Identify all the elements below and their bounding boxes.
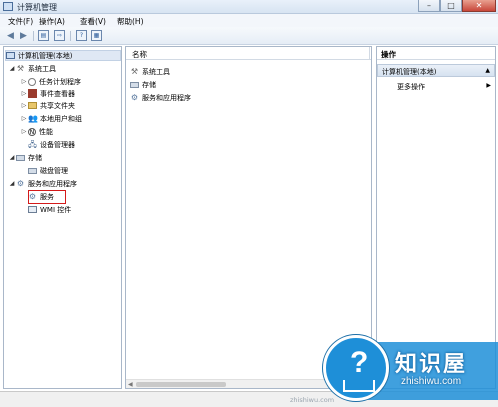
collapse-arrow-icon[interactable]: ▲ (485, 67, 490, 74)
tree-item-label: 磁盘管理 (40, 166, 68, 175)
tree-item-local-users[interactable]: ▷ 👥 本地用户和组 (20, 113, 82, 124)
navigation-tree: 计算机管理(本地) ◢ ⚒ 系统工具 ▷ 任务计划程序 ▷ 事件查看器 ▷ 共享… (3, 46, 122, 389)
submenu-arrow-icon: ▶ (486, 82, 491, 89)
properties-icon[interactable]: ▦ (91, 30, 102, 41)
tree-item-label: 存储 (28, 153, 42, 162)
menu-action[interactable]: 操作(A) (39, 16, 65, 27)
list-item-label: 存储 (142, 80, 156, 89)
list-item-label: 系统工具 (142, 67, 170, 76)
minimize-button[interactable]: – (418, 0, 440, 12)
forward-arrow-icon[interactable]: ▶ (18, 30, 29, 41)
collapse-icon[interactable]: ◢ (8, 65, 16, 72)
logo-circle: ? (323, 335, 389, 401)
monitor-icon (343, 380, 375, 392)
services-highlight-box (28, 190, 66, 204)
tools-icon: ⚒ (16, 64, 25, 73)
tree-item-services-and-applications[interactable]: ◢ ⚙ 服务和应用程序 (8, 178, 77, 189)
tree-item-label: 性能 (39, 127, 53, 136)
menu-help[interactable]: 帮助(H) (117, 16, 144, 27)
tree-item-label: 任务计划程序 (39, 77, 81, 86)
expand-icon[interactable]: ▷ (20, 115, 28, 122)
toolbar-separator (70, 31, 71, 41)
window-title: 计算机管理 (17, 3, 57, 12)
services-apps-icon: ⚙ (130, 93, 139, 102)
tree-item-label: 设备管理器 (40, 140, 75, 149)
toolbar-separator (33, 31, 34, 41)
maximize-button[interactable]: □ (440, 0, 462, 12)
tree-item-label: 服务和应用程序 (28, 179, 77, 188)
device-manager-icon: 🖧 (28, 140, 37, 149)
collapse-icon[interactable]: ◢ (8, 180, 16, 187)
tools-icon: ⚒ (130, 67, 139, 76)
column-divider[interactable] (369, 47, 370, 60)
expand-icon[interactable]: ▷ (20, 128, 28, 135)
list-item[interactable]: ⚙ 服务和应用程序 (130, 92, 191, 103)
window-controls: – □ ✕ (418, 0, 496, 12)
watermark-url: zhishiwu.com (290, 396, 335, 404)
tree-item-storage[interactable]: ◢ 存储 (8, 152, 42, 163)
expand-icon[interactable]: ▷ (20, 90, 28, 97)
storage-icon (16, 154, 25, 161)
tree-item-label: 本地用户和组 (40, 114, 82, 123)
tree-item-wmi-control[interactable]: WMI 控件 (28, 204, 71, 215)
show-hide-tree-icon[interactable]: ▤ (38, 30, 49, 41)
list-item[interactable]: ⚒ 系统工具 (130, 66, 170, 77)
scroll-left-icon[interactable]: ◀ (128, 381, 133, 388)
disk-icon (28, 167, 37, 174)
list-item[interactable]: 存储 (130, 79, 156, 90)
export-list-icon[interactable]: ⇨ (54, 30, 65, 41)
tree-item-computer-management[interactable]: 计算机管理(本地) (5, 50, 121, 61)
toolbar: ◀ ▶ ▤ ⇨ ? ▦ (0, 27, 498, 45)
event-viewer-icon (28, 89, 37, 98)
column-header-row: 名称 (126, 47, 371, 60)
performance-icon: N (28, 127, 36, 136)
list-item-label: 服务和应用程序 (142, 93, 191, 102)
clock-icon (28, 77, 36, 86)
more-actions-item[interactable]: 更多操作 ▶ (397, 82, 493, 92)
help-icon[interactable]: ? (76, 30, 87, 41)
actions-header: 操作 (377, 47, 495, 60)
tree-item-label: 系统工具 (28, 64, 56, 73)
tree-item-task-scheduler[interactable]: ▷ 任务计划程序 (20, 76, 81, 87)
expand-icon[interactable]: ▷ (20, 102, 28, 109)
actions-section-label: 计算机管理(本地) (382, 68, 437, 76)
shared-folder-icon (28, 102, 37, 109)
title-bar: 计算机管理 – □ ✕ (0, 0, 498, 14)
tree-item-performance[interactable]: ▷ N 性能 (20, 126, 53, 137)
back-arrow-icon[interactable]: ◀ (5, 30, 16, 41)
watermark-logo: ? 知识屋 zhishiwu.com (323, 332, 498, 407)
close-button[interactable]: ✕ (462, 0, 496, 12)
users-icon: 👥 (28, 114, 38, 123)
services-apps-icon: ⚙ (16, 179, 25, 188)
column-header-name[interactable]: 名称 (132, 49, 147, 60)
computer-management-icon (3, 2, 13, 11)
menu-bar: 文件(F) 操作(A) 查看(V) 帮助(H) (0, 14, 498, 27)
logo-brand-text: 知识屋 (395, 352, 468, 377)
more-actions-label: 更多操作 (397, 83, 425, 91)
menu-file[interactable]: 文件(F) (8, 16, 33, 27)
expand-icon[interactable]: ▷ (20, 78, 28, 85)
tree-item-shared-folders[interactable]: ▷ 共享文件夹 (20, 100, 75, 111)
computer-icon (6, 52, 15, 59)
question-mark-icon: ? (350, 346, 369, 379)
menu-view[interactable]: 查看(V) (80, 16, 106, 27)
tree-item-label: 共享文件夹 (40, 101, 75, 110)
collapse-icon[interactable]: ◢ (8, 154, 16, 161)
tree-item-event-viewer[interactable]: ▷ 事件查看器 (20, 88, 75, 99)
scroll-thumb[interactable] (136, 382, 226, 387)
tree-item-label: 计算机管理(本地) (18, 51, 73, 60)
tree-item-label: 事件查看器 (40, 89, 75, 98)
tree-item-device-manager[interactable]: 🖧 设备管理器 (28, 139, 75, 150)
logo-domain-text: zhishiwu.com (401, 376, 462, 387)
tree-item-disk-management[interactable]: 磁盘管理 (28, 165, 68, 176)
wmi-icon (28, 206, 37, 213)
actions-section-computer-management[interactable]: 计算机管理(本地) ▲ (377, 64, 495, 77)
tree-item-system-tools[interactable]: ◢ ⚒ 系统工具 (8, 63, 56, 74)
storage-icon (130, 81, 139, 88)
tree-item-label: WMI 控件 (40, 205, 72, 214)
